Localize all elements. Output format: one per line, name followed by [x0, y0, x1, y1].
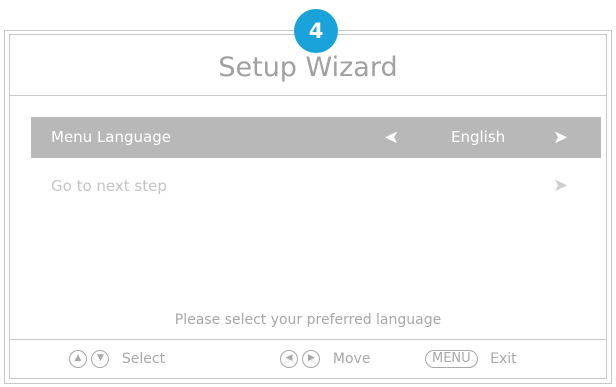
arrow-right-icon[interactable]: ➤ [553, 117, 568, 158]
left-button-icon: ◀ [280, 350, 298, 368]
exit-label: Exit [490, 351, 517, 367]
menu-language-value: English [451, 128, 506, 146]
move-label: Move [332, 351, 371, 367]
next-step-row[interactable]: Go to next step ➤ [31, 166, 601, 206]
step-badge: 4 [294, 9, 338, 53]
move-control: ◀ ▶ Move [280, 340, 370, 378]
up-button-icon: ▲ [69, 350, 87, 368]
footer-controls: ▲ ▼ Select ◀ ▶ Move MENU Exit [9, 340, 607, 378]
down-button-icon: ▼ [91, 350, 110, 368]
arrow-right-icon[interactable]: ➤ [553, 166, 568, 206]
menu-language-label: Menu Language [51, 128, 171, 146]
menu-language-row[interactable]: Menu Language ➤ English ➤ [31, 117, 601, 158]
menu-key-icon: MENU [425, 350, 478, 368]
right-button-icon: ▶ [302, 350, 321, 368]
select-control: ▲ ▼ Select [69, 340, 165, 378]
hint-text: Please select your preferred language [174, 312, 442, 328]
exit-control: MENU Exit [425, 340, 517, 378]
arrow-left-icon[interactable]: ➤ [384, 117, 399, 158]
select-label: Select [121, 351, 166, 367]
next-step-label: Go to next step [51, 177, 167, 195]
